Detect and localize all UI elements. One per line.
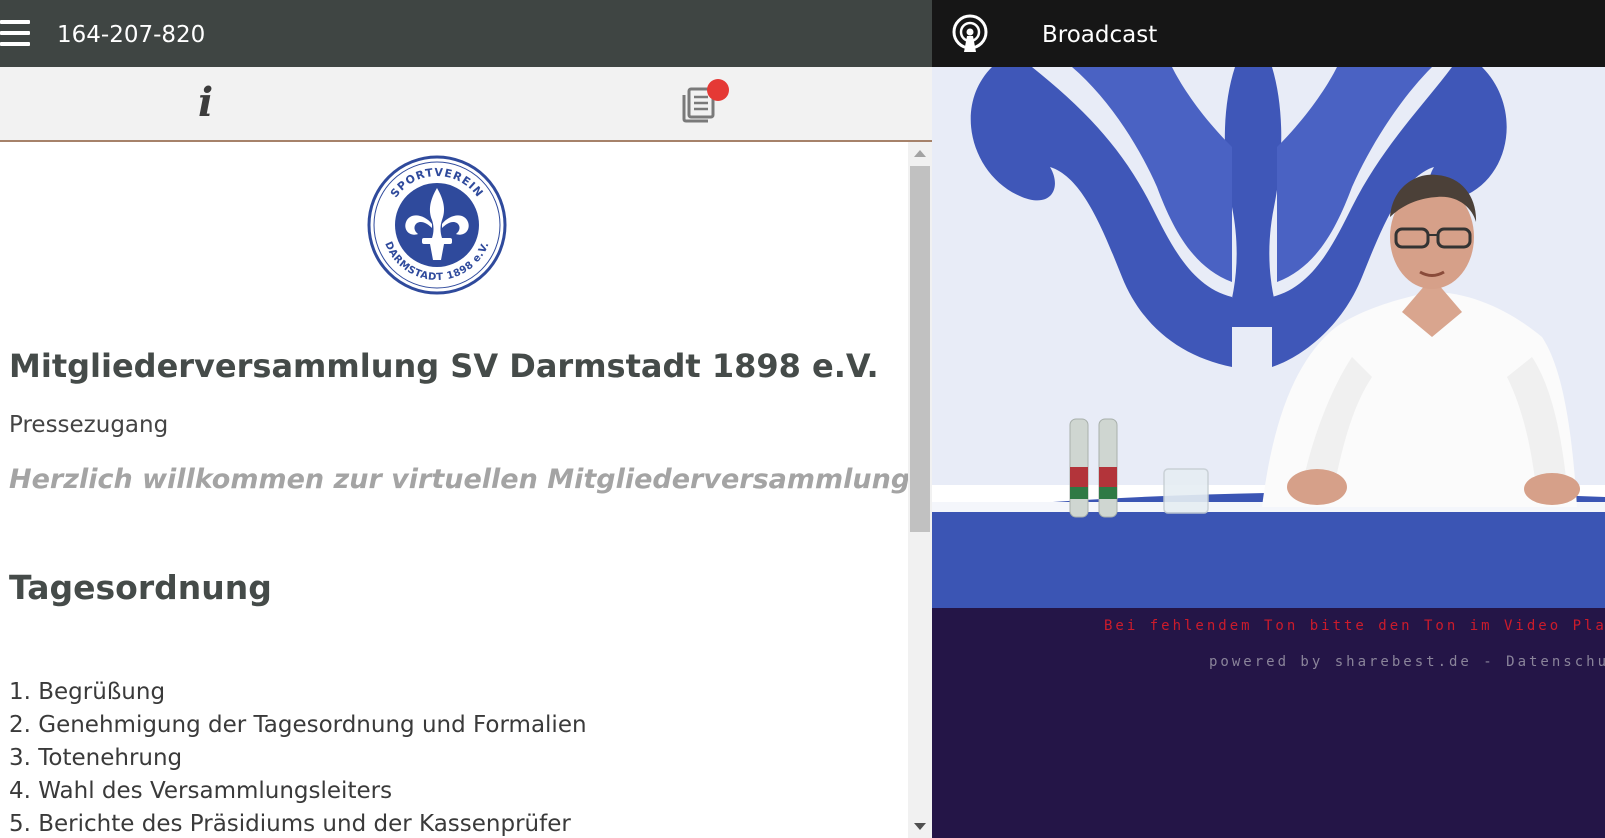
top-bar: 164-207-820: [0, 0, 932, 67]
page-title: Mitgliederversammlung SV Darmstadt 1898 …: [9, 347, 879, 385]
audio-notice: Bei fehlendem Ton bitte den Ton im Video…: [1104, 618, 1605, 634]
agenda-panel: 164-207-820 i SPORTVEREIN DARMSTADT 1898…: [0, 0, 932, 838]
broadcast-title: Broadcast: [1042, 22, 1158, 48]
agenda-item: 3. Totenehrung: [9, 745, 183, 771]
agenda-item: 5. Berichte des Präsidiums und der Kasse…: [9, 811, 571, 837]
info-icon: i: [198, 79, 214, 126]
broadcast-icon: [952, 14, 988, 52]
tab-news[interactable]: [680, 79, 730, 129]
menu-icon[interactable]: [0, 20, 30, 50]
video-player[interactable]: [932, 67, 1605, 608]
scroll-thumb[interactable]: [910, 166, 930, 532]
session-id: 164-207-820: [57, 22, 206, 48]
agenda-item: 2. Genehmigung der Tagesordnung und Form…: [9, 712, 587, 738]
video-frame: [932, 67, 1605, 608]
agenda-list: 1. Begrüßung 2. Genehmigung der Tagesord…: [9, 676, 587, 838]
broadcast-panel: Broadcast Bei fehlendem Ton bitte den To…: [932, 0, 1605, 838]
powered-by-link[interactable]: powered by sharebest.de - Datenschutz: [1209, 654, 1605, 670]
club-logo: SPORTVEREIN DARMSTADT 1898 e.V.: [367, 155, 507, 295]
broadcast-header: Broadcast: [932, 0, 1605, 67]
tab-bar: i: [0, 67, 932, 142]
agenda-item: 4. Wahl des Versammlungsleiters: [9, 778, 393, 804]
subtitle: Pressezugang: [9, 412, 169, 438]
scroll-down-arrow-icon[interactable]: [914, 823, 926, 830]
welcome-text: Herzlich willkommen zur virtuellen Mitgl…: [9, 464, 908, 495]
tab-info[interactable]: i: [190, 77, 230, 127]
scrollbar[interactable]: [908, 142, 932, 838]
notification-badge: [707, 79, 729, 101]
content-area: SPORTVEREIN DARMSTADT 1898 e.V. Mitglied…: [0, 142, 908, 838]
section-title: Tagesordnung: [9, 568, 272, 607]
scroll-up-arrow-icon[interactable]: [914, 150, 926, 157]
agenda-item: 1. Begrüßung: [9, 679, 166, 705]
